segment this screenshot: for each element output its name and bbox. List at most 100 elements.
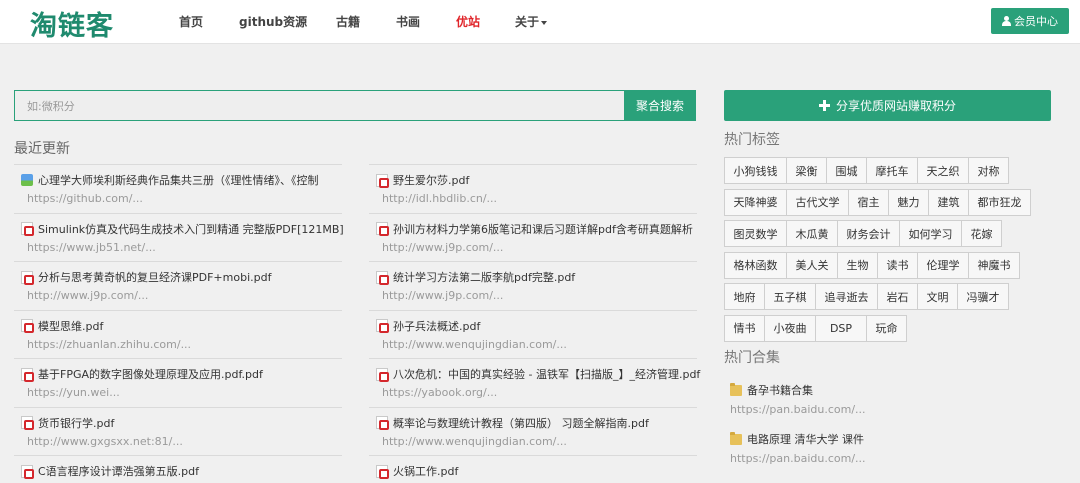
result-item[interactable]: 心理学大师埃利斯经典作品集共三册（《理性情绪》、《控制 https://githu…	[21, 172, 356, 205]
result-item[interactable]: 野生爱尔莎.pdf http://idl.hbdlib.cn/...	[376, 172, 711, 205]
result-url: http://www.j9p.com/...	[27, 289, 149, 302]
tag-item[interactable]: 宿主	[848, 188, 889, 216]
result-item[interactable]: 八次危机：中国的真实经验 - 温铁军【扫描版_】_经济管理.pdf https:/…	[376, 366, 711, 399]
nav-featured-sites[interactable]: 优站	[456, 13, 480, 30]
tag-item[interactable]: DSP	[815, 314, 867, 342]
tag-item[interactable]: 天之织	[917, 157, 969, 184]
tag-item[interactable]: 玩命	[866, 314, 907, 342]
row-divider	[369, 212, 697, 214]
search-input[interactable]: 如:微积分	[14, 90, 625, 121]
result-item[interactable]: 火锅工作.pdf	[376, 463, 711, 483]
tag-item[interactable]: 神魔书	[968, 251, 1020, 279]
tag-item[interactable]: 伦理学	[917, 251, 969, 279]
tag-item[interactable]: 生物	[837, 251, 878, 279]
result-title[interactable]: 火锅工作.pdf	[393, 463, 458, 479]
tag-item[interactable]: 木瓜黄	[786, 220, 838, 247]
tag-item[interactable]: 建筑	[928, 188, 969, 216]
row-divider	[14, 309, 342, 311]
result-url: https://yabook.org/...	[382, 386, 498, 399]
tag-item[interactable]: 梁衡	[786, 157, 827, 184]
tag-item[interactable]: 情书	[724, 314, 765, 342]
tag-item[interactable]: 如何学习	[899, 220, 962, 247]
pdf-icon	[376, 367, 389, 382]
image-icon	[21, 174, 33, 186]
collection-url: https://pan.baidu.com/...	[730, 403, 866, 416]
result-title[interactable]: 分析与思考黄奇帆的复旦经济课PDF+mobi.pdf	[38, 269, 271, 285]
collection-item[interactable]: 电路原理 清华大学 课件 https://pan.baidu.com/...	[730, 431, 866, 465]
tag-item[interactable]: 文明	[917, 283, 958, 310]
tag-item[interactable]: 天降神婆	[724, 188, 787, 216]
search-button[interactable]: 聚合搜索	[624, 90, 696, 121]
result-item[interactable]: Simulink仿真及代码生成技术入门到精通 完整版PDF[121MB] http…	[21, 221, 356, 254]
plus-icon	[818, 100, 830, 111]
pdf-icon	[376, 222, 389, 236]
result-title[interactable]: 孙训方材料力学第6版笔记和课后习题详解pdf含考研真题解析	[393, 221, 693, 237]
result-title[interactable]: 模型思维.pdf	[38, 318, 103, 334]
result-url: http://www.j9p.com/...	[382, 240, 504, 254]
nav-calligraphy[interactable]: 书画	[396, 13, 420, 30]
pdf-icon	[376, 464, 389, 479]
tag-item[interactable]: 读书	[877, 251, 918, 279]
row-divider	[369, 164, 697, 165]
share-site-button[interactable]: 分享优质网站赚取积分	[724, 90, 1051, 121]
result-item[interactable]: 孙子兵法概述.pdf http://www.wenqujingdian.com/.…	[376, 318, 711, 351]
row-divider	[369, 406, 697, 408]
result-title[interactable]: 货币银行学.pdf	[38, 415, 114, 431]
result-item[interactable]: 概率论与数理统计教程（第四版） 习题全解指南.pdf http://www.wen…	[376, 415, 711, 448]
result-item[interactable]: 基于FPGA的数字图像处理原理及应用.pdf.pdf https://yun.we…	[21, 366, 356, 399]
result-title[interactable]: Simulink仿真及代码生成技术入门到精通 完整版PDF[121MB]	[38, 221, 344, 237]
result-title[interactable]: 野生爱尔莎.pdf	[393, 172, 469, 188]
result-item[interactable]: 统计学习方法第二版李航pdf完整.pdf http://www.j9p.com/.…	[376, 269, 711, 302]
result-title[interactable]: 概率论与数理统计教程（第四版） 习题全解指南.pdf	[393, 415, 649, 431]
result-item[interactable]: 货币银行学.pdf http://www.gxgsxx.net:81/...	[21, 415, 356, 448]
tag-item[interactable]: 小狗钱钱	[724, 157, 787, 184]
nav-about[interactable]: 关于	[515, 13, 548, 30]
member-center-button[interactable]: 会员中心	[991, 8, 1069, 34]
search-placeholder: 如:微积分	[27, 99, 75, 113]
result-title[interactable]: 基于FPGA的数字图像处理原理及应用.pdf.pdf	[38, 366, 263, 382]
pdf-icon	[21, 367, 34, 382]
share-site-label: 分享优质网站赚取积分	[835, 99, 956, 113]
result-title[interactable]: C语言程序设计谭浩强第五版.pdf	[38, 463, 199, 479]
tag-item[interactable]: 图灵数学	[724, 220, 787, 247]
nav-ancient-books[interactable]: 古籍	[336, 13, 360, 30]
nav-github[interactable]: github资源	[239, 13, 307, 30]
pdf-icon	[376, 319, 389, 333]
tag-item[interactable]: 古代文学	[786, 188, 849, 216]
tag-item[interactable]: 财务会计	[837, 220, 900, 247]
collection-title-row: 电路原理 清华大学 课件	[730, 431, 866, 447]
tag-item[interactable]: 美人关	[786, 251, 838, 279]
result-title[interactable]: 八次危机：中国的真实经验 - 温铁军【扫描版_】_经济管理.pdf	[393, 366, 700, 382]
hot-collections-title: 热门合集	[724, 350, 780, 366]
tag-item[interactable]: 地府	[724, 283, 765, 310]
tag-item[interactable]: 小夜曲	[764, 314, 816, 342]
tag-item[interactable]: 围城	[826, 157, 867, 184]
row-divider	[14, 261, 342, 262]
collection-title[interactable]: 备孕书籍合集	[747, 382, 813, 398]
row-divider	[369, 358, 697, 359]
row-divider	[14, 358, 342, 359]
pdf-icon	[376, 270, 389, 285]
top-navbar: 淘链客 首页 github资源 古籍 书画 优站 关于 会员中心	[0, 0, 1080, 44]
tag-item[interactable]: 花嫁	[961, 220, 1002, 247]
collection-item[interactable]: 备孕书籍合集 https://pan.baidu.com/...	[730, 382, 866, 416]
tag-item[interactable]: 摩托车	[866, 157, 918, 184]
result-item[interactable]: 模型思维.pdf https://zhuanlan.zhihu.com/...	[21, 318, 356, 351]
result-title[interactable]: 心理学大师埃利斯经典作品集共三册（《理性情绪》、《控制	[38, 172, 319, 188]
tag-item[interactable]: 都市狂龙	[968, 188, 1031, 216]
tag-item[interactable]: 岩石	[877, 283, 918, 310]
tag-item[interactable]: 格林函数	[724, 251, 787, 279]
result-item[interactable]: C语言程序设计谭浩强第五版.pdf	[21, 463, 356, 483]
tag-item[interactable]: 五子棋	[764, 283, 816, 310]
tag-item[interactable]: 对称	[968, 157, 1009, 184]
tag-item[interactable]: 冯骥才	[957, 283, 1009, 310]
nav-home[interactable]: 首页	[179, 13, 203, 30]
result-title[interactable]: 统计学习方法第二版李航pdf完整.pdf	[393, 269, 575, 285]
tag-item[interactable]: 追寻逝去	[815, 283, 878, 310]
collection-title[interactable]: 电路原理 清华大学 课件	[747, 431, 864, 447]
tag-item[interactable]: 魅力	[888, 188, 929, 216]
result-item[interactable]: 分析与思考黄奇帆的复旦经济课PDF+mobi.pdf http://www.j9p…	[21, 269, 356, 302]
result-title[interactable]: 孙子兵法概述.pdf	[393, 318, 480, 334]
result-item[interactable]: 孙训方材料力学第6版笔记和课后习题详解pdf含考研真题解析 http://www.…	[376, 221, 711, 254]
site-logo[interactable]: 淘链客	[30, 4, 114, 43]
